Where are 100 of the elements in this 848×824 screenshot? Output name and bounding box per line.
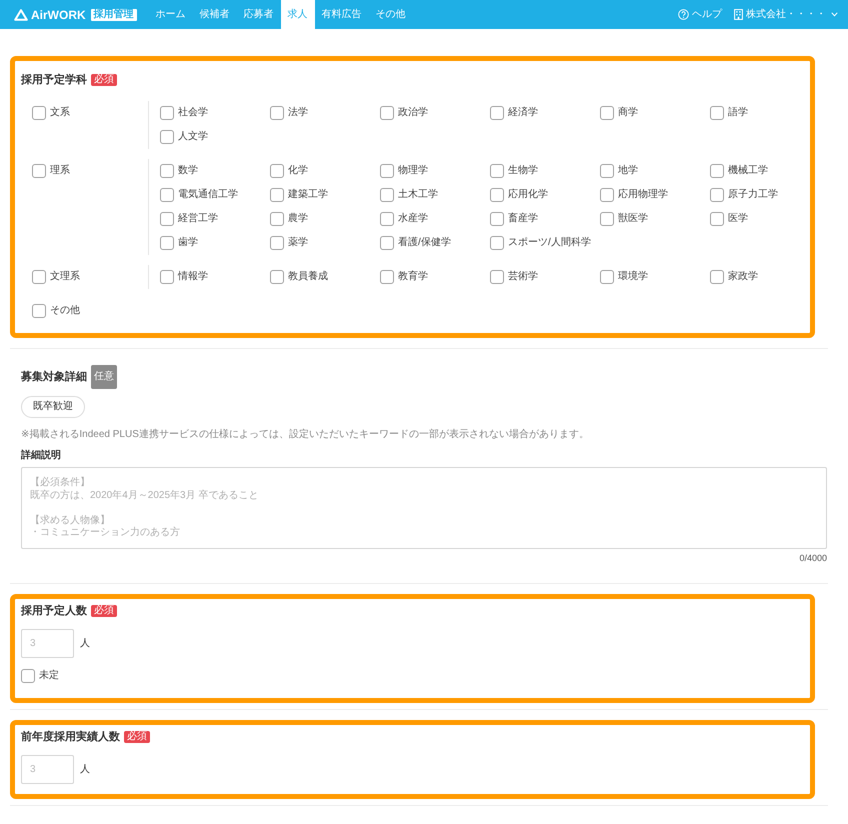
checkbox[interactable]	[490, 106, 504, 120]
keyword-chip[interactable]: 既卒歓迎	[21, 396, 85, 418]
checkbox[interactable]	[600, 106, 614, 120]
unit-label: 人	[80, 636, 90, 650]
checkbox[interactable]	[160, 188, 174, 202]
checkbox-label[interactable]: 文系	[50, 106, 70, 120]
checkbox[interactable]	[600, 212, 614, 226]
checkbox[interactable]	[490, 270, 504, 284]
checkbox-label[interactable]: 化学	[288, 164, 308, 178]
unit-label: 人	[80, 762, 90, 776]
checkbox-label[interactable]: 法学	[288, 106, 308, 120]
checkbox-label[interactable]: 情報学	[178, 270, 208, 284]
checkbox-label[interactable]: 薬学	[288, 236, 308, 250]
checkbox-label[interactable]: 歯学	[178, 236, 198, 250]
checkbox-label[interactable]: 芸術学	[508, 270, 538, 284]
checkbox-label[interactable]: 生物学	[508, 164, 538, 178]
checkbox-label[interactable]: 獣医学	[618, 212, 648, 226]
checkbox-label[interactable]: 農学	[288, 212, 308, 226]
checkbox-label[interactable]: 環境学	[618, 270, 648, 284]
checkbox[interactable]	[160, 164, 174, 178]
section-title: 採用予定人数	[21, 604, 87, 618]
checkbox[interactable]	[600, 188, 614, 202]
checkbox-label[interactable]: 数学	[178, 164, 198, 178]
checkbox-label[interactable]: 電気通信工学	[178, 188, 238, 202]
checkbox[interactable]	[32, 106, 46, 120]
checkbox[interactable]	[270, 212, 284, 226]
checkbox[interactable]	[32, 164, 46, 178]
checkbox-label[interactable]: 語学	[728, 106, 748, 120]
checkbox[interactable]	[710, 270, 724, 284]
checkbox-label[interactable]: スポーツ/人間科学	[508, 236, 591, 250]
checkbox-label[interactable]: 経営工学	[178, 212, 218, 226]
checkbox-label[interactable]: 人文学	[178, 130, 208, 144]
checkbox[interactable]	[270, 236, 284, 250]
checkbox-label[interactable]: 経済学	[508, 106, 538, 120]
checkbox-label[interactable]: 地学	[618, 164, 638, 178]
checkbox[interactable]	[490, 212, 504, 226]
checkbox-label[interactable]: 教育学	[398, 270, 428, 284]
checkbox-label[interactable]: 政治学	[398, 106, 428, 120]
checkbox[interactable]	[270, 106, 284, 120]
checkbox[interactable]	[160, 130, 174, 144]
checkbox[interactable]	[380, 270, 394, 284]
checkbox-label[interactable]: その他	[50, 304, 80, 318]
checkbox[interactable]	[490, 188, 504, 202]
building-icon	[734, 9, 743, 20]
checkbox[interactable]	[270, 164, 284, 178]
required-tag: 必須	[124, 731, 150, 743]
checkbox[interactable]	[32, 304, 46, 318]
checkbox-label[interactable]: 原子力工学	[728, 188, 778, 202]
checkbox[interactable]	[710, 212, 724, 226]
checkbox[interactable]	[490, 236, 504, 250]
chevron-down-icon	[831, 12, 838, 17]
checkbox-label[interactable]: 応用化学	[508, 188, 548, 202]
checkbox-label[interactable]: 未定	[39, 669, 59, 683]
character-counter: 0/4000	[799, 552, 827, 564]
checkbox[interactable]	[32, 270, 46, 284]
checkbox[interactable]	[160, 270, 174, 284]
checkbox-label[interactable]: 家政学	[728, 270, 758, 284]
checkbox-label[interactable]: 医学	[728, 212, 748, 226]
number-input[interactable]: 3	[21, 755, 74, 784]
placeholder-text: 既卒の方は、2020年4月～2025年3月 卒であること	[30, 490, 258, 502]
checkbox-label[interactable]: 看護/保健学	[398, 236, 451, 250]
checkbox-label[interactable]: 水産学	[398, 212, 428, 226]
triangle-logo-icon	[14, 8, 28, 20]
checkbox[interactable]	[160, 212, 174, 226]
help-icon	[678, 9, 689, 20]
checkbox[interactable]	[710, 188, 724, 202]
section-title: 募集対象詳細	[21, 370, 87, 384]
section-title: 前年度採用実績人数	[21, 730, 120, 744]
checkbox[interactable]	[600, 164, 614, 178]
checkbox-label[interactable]: 畜産学	[508, 212, 538, 226]
checkbox[interactable]	[380, 212, 394, 226]
checkbox-label[interactable]: 社会学	[178, 106, 208, 120]
checkbox[interactable]	[710, 164, 724, 178]
checkbox[interactable]	[710, 106, 724, 120]
checkbox-label[interactable]: 建築工学	[288, 188, 328, 202]
checkbox-label[interactable]: 文理系	[50, 270, 80, 284]
checkbox-label[interactable]: 理系	[50, 164, 70, 178]
checkbox-label[interactable]: 物理学	[398, 164, 428, 178]
checkbox[interactable]	[380, 188, 394, 202]
checkbox[interactable]	[160, 106, 174, 120]
checkbox[interactable]	[160, 236, 174, 250]
field-label: 詳細説明	[21, 449, 62, 463]
product-tag: 採用管理	[90, 8, 137, 20]
checkbox[interactable]	[490, 164, 504, 178]
number-input[interactable]: 3	[21, 629, 74, 658]
notice-text: ※掲載されるIndeed PLUS連携サービスの仕様によっては、設定いただいたキーワードの一部が表示されない場合があります。	[21, 428, 590, 441]
checkbox[interactable]	[380, 236, 394, 250]
checkbox[interactable]	[380, 164, 394, 178]
checkbox-label[interactable]: 土木工学	[398, 188, 438, 202]
checkbox-label[interactable]: 教員養成	[288, 270, 328, 284]
checkbox[interactable]	[270, 188, 284, 202]
placeholder-text: 【必須条件】	[30, 477, 90, 490]
checkbox[interactable]	[270, 270, 284, 284]
checkbox-label[interactable]: 商学	[618, 106, 638, 120]
checkbox-label[interactable]: 応用物理学	[618, 188, 668, 202]
checkbox-label[interactable]: 機械工学	[728, 164, 768, 178]
checkbox[interactable]	[600, 270, 614, 284]
checkbox[interactable]	[21, 669, 35, 683]
placeholder-text: 【求める人物像】	[30, 514, 110, 527]
checkbox[interactable]	[380, 106, 394, 120]
